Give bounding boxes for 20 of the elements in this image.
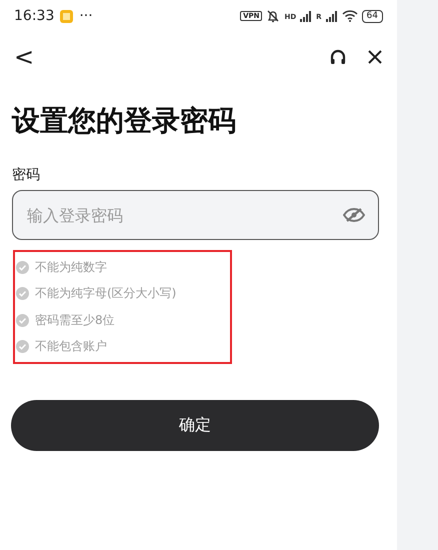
signal-icon [326, 10, 338, 22]
rule-text: 不能为纯字母(区分大小写) [35, 285, 176, 302]
close-icon[interactable] [367, 49, 383, 65]
rule-text: 不能包含账户 [35, 338, 107, 356]
status-time: 16:33 [14, 8, 54, 24]
page-title: 设置您的登录密码 [12, 103, 237, 139]
back-button[interactable]: < [14, 43, 34, 71]
confirm-button[interactable]: 确定 [11, 400, 379, 451]
notes-app-icon [60, 10, 74, 22]
eye-off-icon[interactable] [343, 208, 365, 222]
rule-text: 不能为纯数字 [35, 258, 107, 276]
rule-text: 密码需至少8位 [35, 312, 115, 329]
wifi-icon [342, 10, 358, 22]
password-label: 密码 [12, 166, 41, 184]
muted-bell-icon [266, 9, 280, 23]
more-indicator: ··· [79, 8, 93, 24]
password-field[interactable]: 输入登录密码 [12, 190, 379, 240]
signal-icon [300, 10, 312, 22]
headset-icon[interactable] [329, 48, 347, 66]
battery-indicator: 64 [362, 10, 383, 22]
